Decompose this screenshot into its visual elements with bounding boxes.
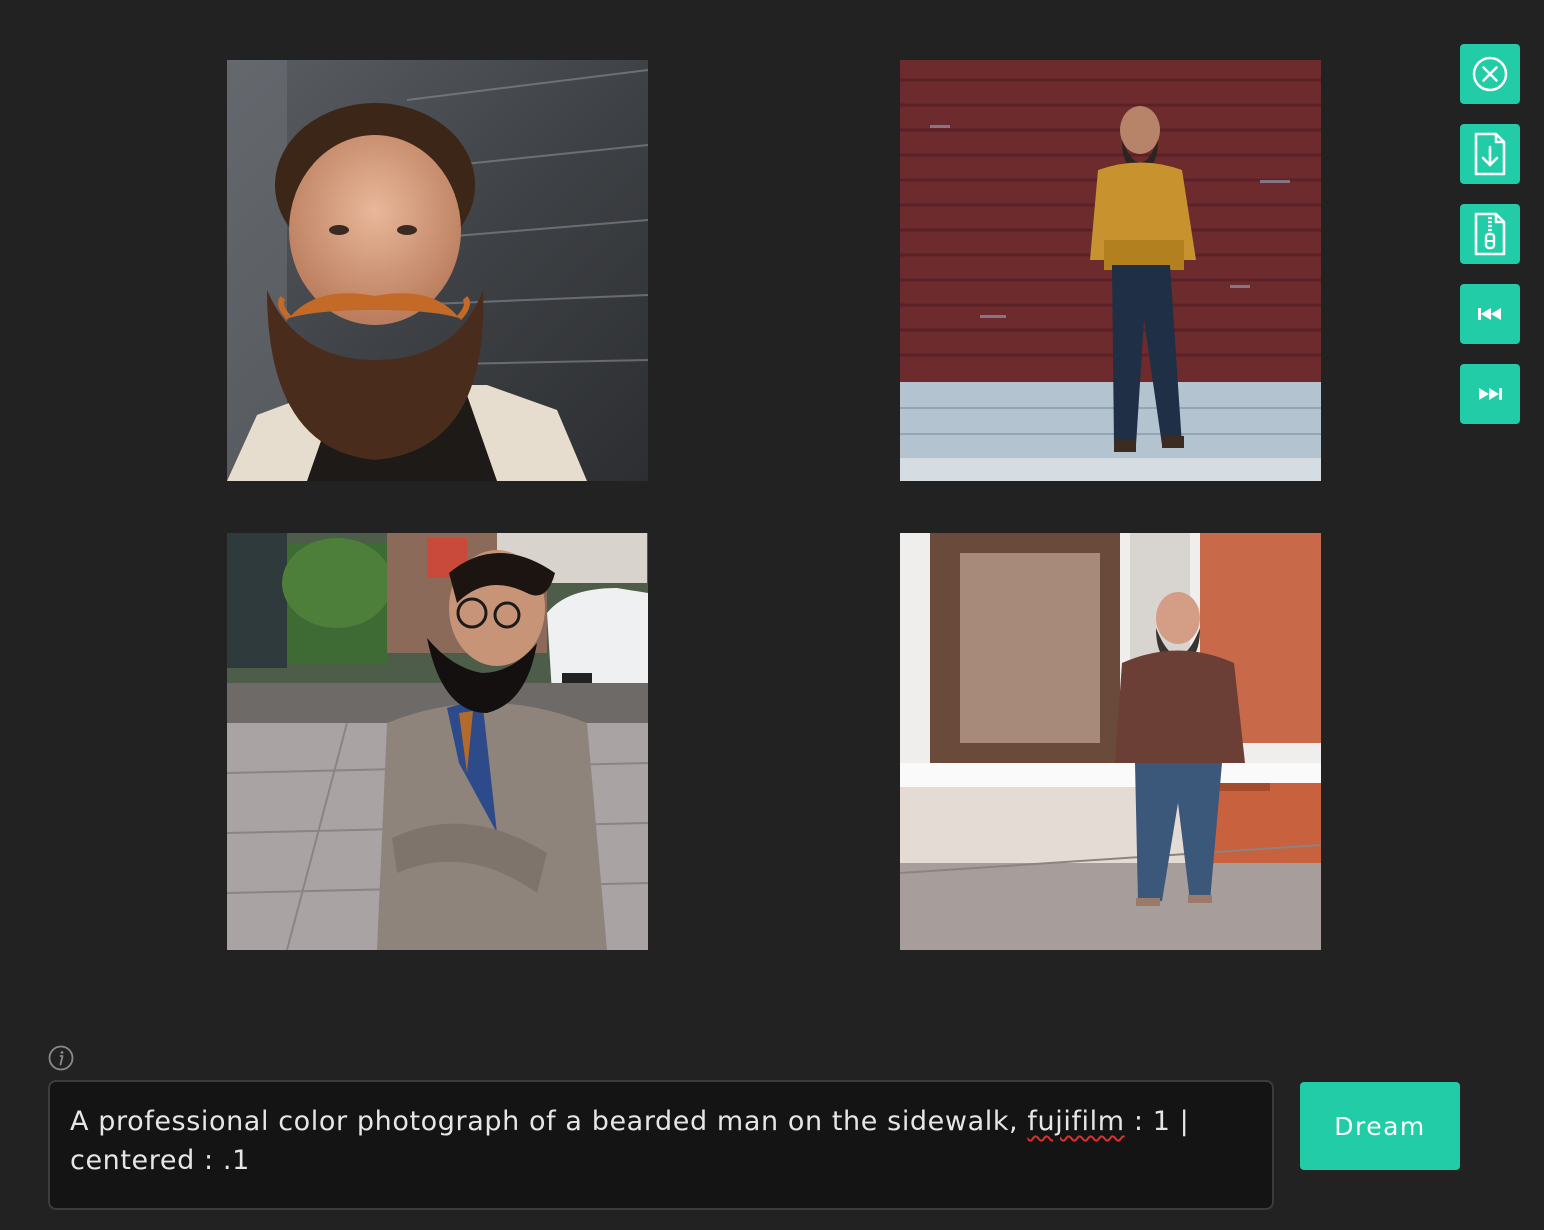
file-zip-icon <box>1474 212 1506 256</box>
previous-button[interactable] <box>1460 284 1520 344</box>
app-window: A professional color photograph of a bea… <box>0 0 1544 1230</box>
generated-image-4[interactable] <box>900 533 1321 950</box>
image-toolbar <box>1460 44 1520 444</box>
misspelled-word: fujifilm <box>1027 1106 1125 1137</box>
skip-forward-icon <box>1479 388 1502 400</box>
generated-image-1[interactable] <box>227 60 648 481</box>
next-button[interactable] <box>1460 364 1520 424</box>
download-zip-button[interactable] <box>1460 204 1520 264</box>
info-icon[interactable] <box>48 1045 74 1071</box>
skip-back-icon <box>1478 308 1501 320</box>
prompt-input[interactable]: A professional color photograph of a bea… <box>48 1080 1274 1210</box>
prompt-text-start: A professional color photograph of a bea… <box>70 1106 1028 1137</box>
download-button[interactable] <box>1460 124 1520 184</box>
close-circle-icon <box>1472 56 1508 92</box>
dream-button[interactable]: Dream <box>1300 1082 1460 1170</box>
generated-image-2[interactable] <box>900 60 1321 481</box>
generated-image-3[interactable] <box>227 533 648 950</box>
file-download-icon <box>1474 132 1506 176</box>
close-button[interactable] <box>1460 44 1520 104</box>
